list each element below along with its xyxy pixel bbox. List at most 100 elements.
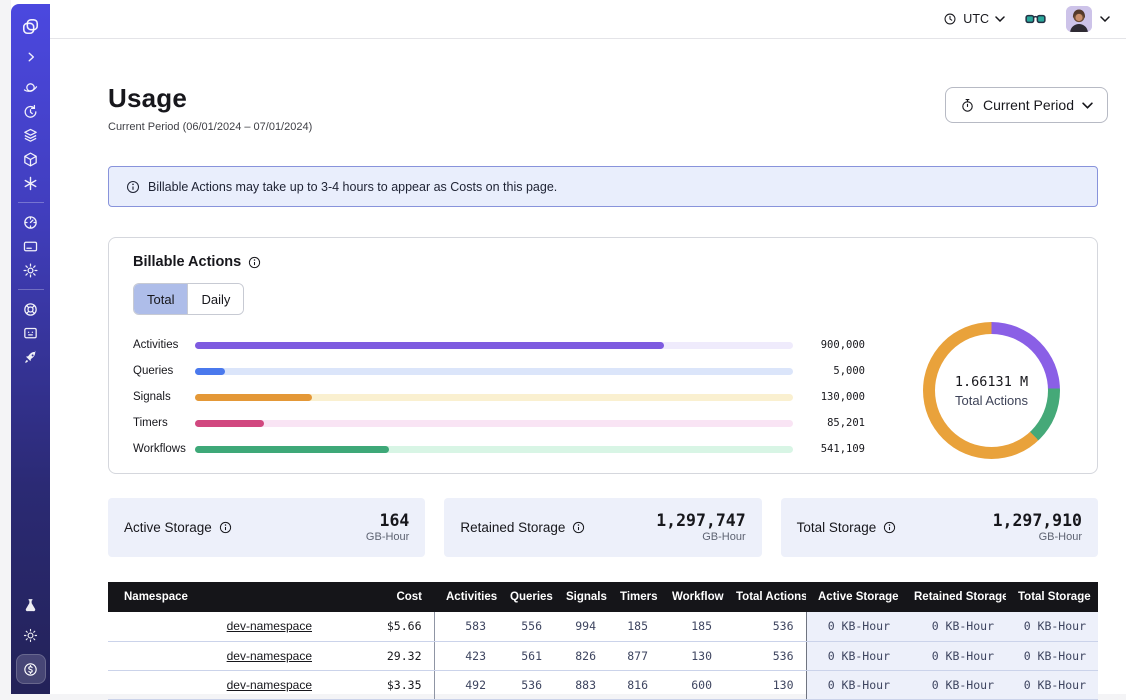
bar-track <box>195 342 793 349</box>
topbar: UTC <box>50 0 1126 39</box>
workflows-cell: 185 <box>660 612 724 641</box>
storage-card-label-text: Active Storage <box>124 520 212 535</box>
glasses-icon[interactable] <box>1025 12 1046 26</box>
tab-daily[interactable]: Daily <box>187 284 243 314</box>
namespace-link[interactable]: dev-namespace <box>227 619 312 633</box>
period-button-label: Current Period <box>983 97 1074 113</box>
storage-card-value-block: 1,297,747 GB-Hour <box>656 512 745 543</box>
period-select-button[interactable]: Current Period <box>945 87 1108 123</box>
total-storage-cell: 0 KB-Hour <box>1006 612 1098 641</box>
sidebar-item-pricing[interactable] <box>16 654 46 684</box>
namespace-link[interactable]: dev-namespace <box>227 649 312 663</box>
bar-label: Queries <box>133 365 195 377</box>
timezone-label: UTC <box>963 12 989 26</box>
info-icon[interactable] <box>883 521 896 534</box>
bar-track <box>195 394 793 401</box>
signals-cell: 883 <box>554 670 608 699</box>
storage-card-unit: GB-Hour <box>993 531 1082 543</box>
column-header-workflows: Workflows <box>660 582 724 612</box>
column-header-cost: Cost <box>324 582 434 612</box>
gauge-icon[interactable] <box>17 210 45 234</box>
bar-value: 541,109 <box>807 443 865 455</box>
dollar-coin-icon <box>22 661 39 678</box>
info-icon[interactable] <box>248 256 261 269</box>
storage-card: Total Storage 1,297,910 GB-Hour <box>781 498 1098 557</box>
asterisk-icon[interactable] <box>17 171 45 195</box>
storage-card-value: 164 <box>366 512 409 531</box>
namespace-usage-table: NamespaceCostActivitiesQueriesSignalsTim… <box>108 582 1098 700</box>
monitor-face-icon[interactable] <box>17 321 45 345</box>
billable-actions-title: Billable Actions <box>133 254 1073 270</box>
chevron-right-icon[interactable] <box>17 45 45 69</box>
app-window: UTC <box>11 0 1126 694</box>
avatar <box>1066 6 1092 32</box>
active-storage-cell: 0 KB-Hour <box>806 641 902 670</box>
total-actions-cell: 536 <box>724 612 806 641</box>
active-storage-cell: 0 KB-Hour <box>806 670 902 699</box>
storage-card-label: Retained Storage <box>460 520 585 535</box>
bar-row: Queries 5,000 <box>133 358 865 384</box>
storage-card-label: Total Storage <box>797 520 897 535</box>
billable-actions-title-text: Billable Actions <box>133 254 241 270</box>
billable-bar-chart: Activities 900,000 Queries 5,000 Signals… <box>133 332 865 462</box>
main-content: Usage Current Period (06/01/2024 – 07/01… <box>108 39 1098 700</box>
storage-card-label-text: Total Storage <box>797 520 877 535</box>
cost-cell: $3.35 <box>324 670 434 699</box>
column-header-signals: Signals <box>554 582 608 612</box>
bar-fill <box>195 420 264 427</box>
retained-storage-cell: 0 KB-Hour <box>902 641 1006 670</box>
gear-icon[interactable] <box>17 258 45 282</box>
total-storage-cell: 0 KB-Hour <box>1006 641 1098 670</box>
clock-icon <box>943 12 957 26</box>
bar-fill <box>195 368 225 375</box>
cube-icon[interactable] <box>17 147 45 171</box>
column-header-timers: Timers <box>608 582 660 612</box>
storage-card-unit: GB-Hour <box>366 531 409 543</box>
cost-cell: $5.66 <box>324 612 434 641</box>
schedule-clock-icon[interactable] <box>17 99 45 123</box>
signals-cell: 994 <box>554 612 608 641</box>
flask-icon[interactable] <box>17 593 45 617</box>
donut-chart: 1.66131 M Total Actions <box>923 322 1060 459</box>
activities-cell: 492 <box>434 670 498 699</box>
column-header-total-actions: Total Actions <box>724 582 806 612</box>
info-icon[interactable] <box>219 521 232 534</box>
total-actions-cell: 536 <box>724 641 806 670</box>
bar-label: Timers <box>133 417 195 429</box>
donut-center: 1.66131 M Total Actions <box>923 322 1060 459</box>
total-daily-toggle: TotalDaily <box>133 283 244 315</box>
namespace-globe-icon[interactable] <box>17 75 45 99</box>
info-icon[interactable] <box>572 521 585 534</box>
info-banner: Billable Actions may take up to 3-4 hour… <box>108 166 1098 207</box>
rocket-icon[interactable] <box>17 345 45 369</box>
bar-track <box>195 420 793 427</box>
cost-cell: 29.32 <box>324 641 434 670</box>
storage-cards: Active Storage 164 GB-Hour Retained Stor… <box>108 498 1098 557</box>
table-header-row: NamespaceCostActivitiesQueriesSignalsTim… <box>108 582 1098 612</box>
activities-cell: 423 <box>434 641 498 670</box>
retained-storage-cell: 0 KB-Hour <box>902 612 1006 641</box>
app-root: UTC <box>0 0 1126 700</box>
bar-row: Activities 900,000 <box>133 332 865 358</box>
lifebuoy-icon[interactable] <box>17 297 45 321</box>
storage-card-label: Active Storage <box>124 520 232 535</box>
donut-total-label: Total Actions <box>955 393 1028 408</box>
sidebar-divider <box>18 289 44 290</box>
timers-cell: 816 <box>608 670 660 699</box>
user-menu[interactable] <box>1066 6 1110 32</box>
sidebar <box>11 4 50 694</box>
timezone-selector[interactable]: UTC <box>943 12 1005 26</box>
tab-total[interactable]: Total <box>134 284 187 314</box>
timers-cell: 185 <box>608 612 660 641</box>
namespace-link[interactable]: dev-namespace <box>227 678 312 692</box>
bar-fill <box>195 446 389 453</box>
bar-value: 85,201 <box>807 417 865 429</box>
temporal-logo-icon[interactable] <box>17 14 45 38</box>
sun-icon[interactable] <box>17 623 45 647</box>
workflows-cell: 600 <box>660 670 724 699</box>
credit-card-icon[interactable] <box>17 234 45 258</box>
layers-icon[interactable] <box>17 123 45 147</box>
bar-row: Signals 130,000 <box>133 384 865 410</box>
column-header-namespace: Namespace <box>108 582 324 612</box>
storage-card-unit: GB-Hour <box>656 531 745 543</box>
